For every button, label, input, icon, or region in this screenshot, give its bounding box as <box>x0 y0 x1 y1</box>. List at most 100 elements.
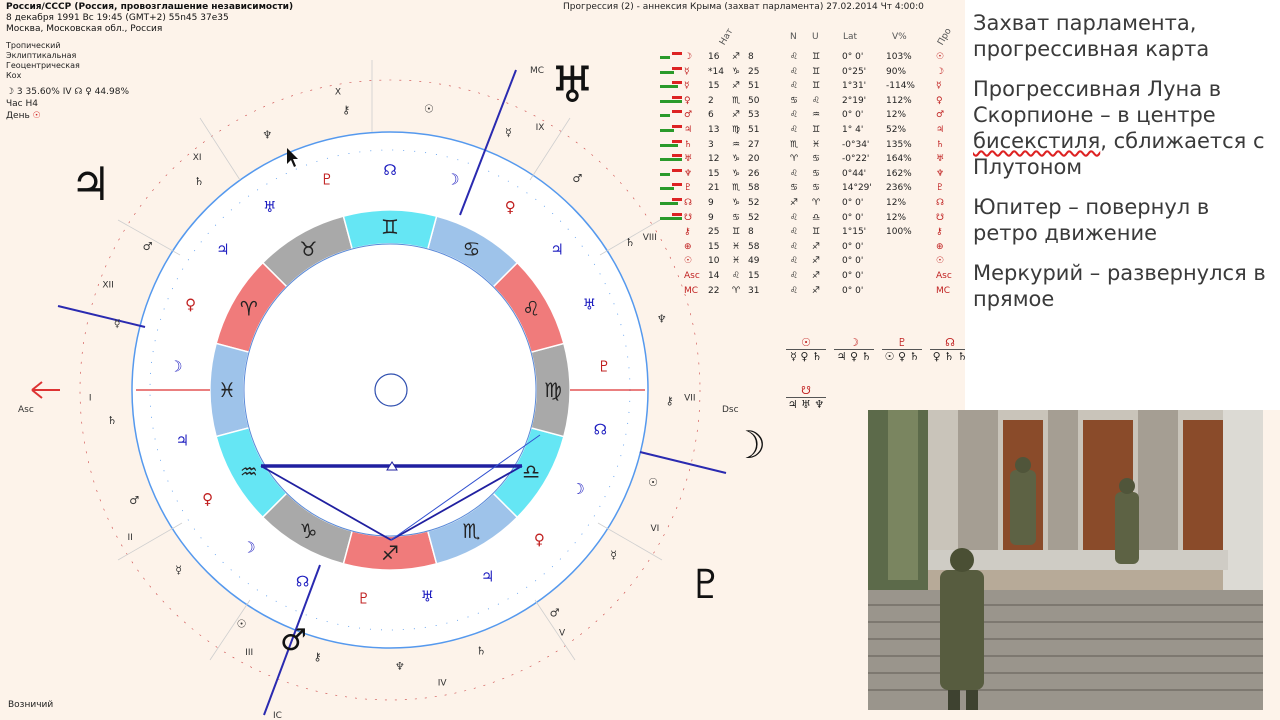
note-jupiter: Юпитер – повернул в ретро движение <box>973 195 1210 245</box>
planet-glyph-icon[interactable]: ♅ <box>583 295 596 313</box>
planet-glyph-icon[interactable]: ⚷ <box>666 395 674 408</box>
planet-glyph-icon[interactable]: ♅ <box>421 588 434 606</box>
planet-glyph-icon[interactable]: ☽ <box>169 357 182 375</box>
planet-glyph-icon[interactable]: ♃ <box>216 241 229 259</box>
planet-glyph-icon[interactable]: ♆ <box>262 128 272 141</box>
table-row[interactable]: ☊ 9 ♑ 52 ♐ ♈ 0° 0' 12% ☊ <box>660 198 965 212</box>
row-n: ♌ <box>790 52 799 62</box>
planet-glyph-icon[interactable]: ♄ <box>194 175 204 188</box>
planet-glyph-icon[interactable]: ♂ <box>572 172 582 185</box>
planet-glyph-icon[interactable]: ♃ <box>550 241 563 259</box>
table-row[interactable]: ⊕ 15 ♓ 58 ♌ ♐ 0° 0' ⊕ <box>660 242 965 256</box>
aspect-block-bottom: ♃ ♅ ♆ <box>786 397 826 411</box>
chart-center-circle[interactable] <box>374 373 408 407</box>
planet-glyph-icon[interactable]: ⚷ <box>342 103 350 116</box>
planet-glyph-icon[interactable]: ♂ <box>550 607 560 620</box>
strength-bar <box>672 168 682 172</box>
planet-glyph-icon[interactable]: ♅ <box>263 198 276 216</box>
row-n: ♋ <box>790 183 799 194</box>
planet-glyph-icon[interactable]: ☊ <box>383 161 396 179</box>
zodiac-sign-icon: ♐ <box>381 541 399 565</box>
planet-glyph-icon[interactable]: ♀ <box>505 198 516 216</box>
row-natal-glyph: ☽ <box>684 52 693 62</box>
table-row[interactable]: ♀ 2 ♏ 50 ♋ ♌ 2°19' 112% ♀ <box>660 95 965 110</box>
planet-glyph-icon[interactable]: ♇ <box>597 357 610 375</box>
planet-table: Нат N U Lat V% Про ☽ 16 ♐ 8 ♌ ♊ 0° 0' 103% ☉ ☿ *14… <box>660 27 965 328</box>
row-natal-glyph: ♀ <box>684 95 691 106</box>
table-row[interactable]: ☿ 15 ♐ 51 ♌ ♊ 1°31' -114% ☿ <box>660 81 965 95</box>
row-minutes: 53 <box>748 110 760 121</box>
planet-glyph-icon[interactable]: ♀ <box>185 295 196 313</box>
row-sign-icon: ♌ <box>732 271 741 281</box>
zodiac-sign-icon: ♍ <box>544 378 562 402</box>
row-natal-glyph: ♄ <box>684 139 693 150</box>
planet-glyph-icon[interactable]: ♄ <box>107 414 117 427</box>
planet-glyph-icon[interactable]: ♃ <box>176 432 189 450</box>
planet-glyph-icon[interactable]: ☊ <box>296 572 309 590</box>
table-row[interactable]: ♃ 13 ♍ 51 ♌ ♊ 1° 4' 52% ♃ <box>660 125 965 139</box>
strength-bar <box>660 85 678 89</box>
table-row[interactable]: MC 22 ♈ 31 ♌ ♐ 0° 0' MC <box>660 286 965 300</box>
table-row[interactable]: ⚷ 25 ♊ 8 ♌ ♊ 1°15' 100% ⚷ <box>660 227 965 241</box>
table-row[interactable]: ☿ *14 ♑ 25 ♌ ♊ 0°25' 90% ☽ <box>660 66 965 81</box>
row-degree: 15 <box>708 81 720 92</box>
planet-glyph-icon[interactable]: ☉ <box>424 103 434 116</box>
row-minutes: 25 <box>748 66 760 77</box>
planet-glyph-icon[interactable]: ☽ <box>571 480 584 498</box>
row-natal-glyph: ⚷ <box>684 227 691 238</box>
row-v-percent: 112% <box>886 95 912 106</box>
planet-glyph-icon[interactable]: ☉ <box>648 476 658 489</box>
row-lat: 0° 0' <box>842 212 864 223</box>
strength-bar <box>672 81 682 85</box>
table-row[interactable]: Asc 14 ♌ 15 ♌ ♐ 0° 0' Asc <box>660 271 965 285</box>
row-degree: 14 <box>708 271 720 281</box>
planet-glyph-icon[interactable]: ♃ <box>481 568 494 586</box>
row-n: ♌ <box>790 125 799 135</box>
planet-glyph-icon[interactable]: ♀ <box>534 531 545 549</box>
row-sign-icon: ♈ <box>732 285 741 296</box>
note-mercury: Меркурий – развернулся в прямое <box>973 261 1266 311</box>
planet-glyph-icon[interactable]: ♇ <box>357 589 370 607</box>
strength-bar <box>660 202 678 205</box>
table-row[interactable]: ♄ 3 ♒ 27 ♏ ♓ -0°34' 135% ♄ <box>660 139 965 154</box>
strength-bar <box>672 198 682 201</box>
planet-glyph-icon[interactable]: ☽ <box>446 170 459 188</box>
table-row[interactable]: ☋ 9 ♋ 52 ♌ ♎ 0° 0' 12% ☋ <box>660 212 965 227</box>
table-row[interactable]: ♇ 21 ♏ 58 ♋ ♋ 14°29' 236% ♇ <box>660 183 965 197</box>
table-row[interactable]: ☉ 10 ♓ 49 ♌ ♐ 0° 0' ☉ <box>660 256 965 270</box>
row-lat: 0° 0' <box>842 52 864 62</box>
planet-glyph-icon[interactable]: ☿ <box>114 317 121 330</box>
planet-glyph-icon[interactable]: ♇ <box>320 170 333 188</box>
row-v-percent: 236% <box>886 183 912 194</box>
table-row[interactable]: ♅ 12 ♑ 20 ♈ ♋ -0°22' 164% ♅ <box>660 154 965 168</box>
row-u: ♐ <box>812 256 821 267</box>
row-minutes: 8 <box>748 52 754 62</box>
planet-glyph-icon[interactable]: ☿ <box>175 564 182 577</box>
strength-bar <box>672 139 682 143</box>
row-prog-glyph: ♄ <box>936 139 945 150</box>
row-sign-icon: ♑ <box>732 154 741 165</box>
table-row[interactable]: ☽ 16 ♐ 8 ♌ ♊ 0° 0' 103% ☉ <box>660 52 965 66</box>
planet-glyph-icon[interactable]: ♂ <box>143 240 153 253</box>
row-natal-glyph: ☊ <box>684 198 692 208</box>
row-degree: 9 <box>708 198 714 208</box>
planet-glyph-icon[interactable]: ☽ <box>242 538 255 556</box>
row-u: ♋ <box>812 168 821 179</box>
planet-glyph-icon[interactable]: ♄ <box>625 236 635 249</box>
planet-glyph-icon[interactable]: ♀ <box>202 490 213 508</box>
planet-glyph-icon[interactable]: ☊ <box>594 421 607 439</box>
row-natal-glyph: ☿ <box>684 81 690 92</box>
planet-glyph-icon[interactable]: ♄ <box>476 645 486 658</box>
planet-glyph-icon[interactable]: ☉ <box>237 617 247 630</box>
table-row[interactable]: ♆ 15 ♑ 26 ♌ ♋ 0°44' 162% ♆ <box>660 168 965 183</box>
planet-glyph-icon[interactable]: ☿ <box>505 126 512 139</box>
table-row[interactable]: ♂ 6 ♐ 53 ♌ ♒ 0° 0' 12% ♂ <box>660 110 965 124</box>
house-number-label: X <box>335 88 341 98</box>
planet-glyph-icon[interactable]: ⚷ <box>313 650 321 663</box>
planet-glyph-icon[interactable]: ☿ <box>610 549 617 562</box>
row-lat: -0°34' <box>842 139 870 150</box>
aspect-block-top: ☋ <box>801 384 811 397</box>
planet-glyph-icon[interactable]: ♆ <box>395 660 405 673</box>
row-sign-icon: ♐ <box>732 110 741 121</box>
planet-glyph-icon[interactable]: ♂ <box>129 494 139 507</box>
